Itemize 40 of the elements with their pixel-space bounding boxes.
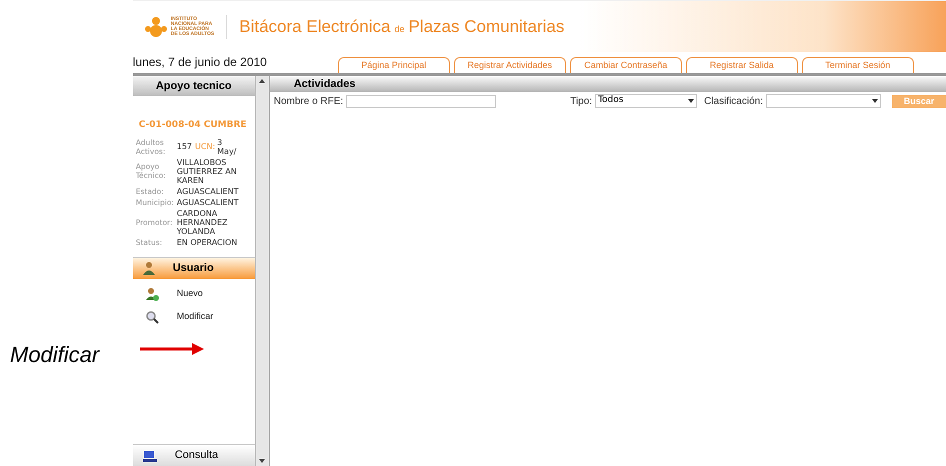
center-code: C-01-008-04 CUMBRE bbox=[138, 119, 248, 132]
computer-icon bbox=[142, 450, 157, 462]
field-value: VILLALOBOS GUTIERREZ AN KAREN bbox=[176, 158, 237, 184]
annotation-arrow bbox=[140, 343, 204, 355]
menu-item[interactable]: Modificar bbox=[132, 310, 255, 324]
scroll-down-icon bbox=[259, 459, 266, 463]
logo-icon bbox=[144, 16, 167, 38]
type-label: Tipo: bbox=[570, 94, 592, 108]
user-icon bbox=[142, 261, 155, 275]
search-icon bbox=[144, 310, 159, 324]
field-value: EN OPERACION bbox=[176, 238, 238, 246]
classification-label: Clasificación: bbox=[704, 94, 763, 108]
panel-header: Actividades bbox=[270, 76, 946, 92]
name-field[interactable] bbox=[346, 94, 496, 108]
panel-header: Apoyo tecnico bbox=[132, 76, 255, 96]
field-value: AGUASCALIENT bbox=[176, 186, 238, 196]
section-header[interactable]: Usuario bbox=[132, 256, 255, 278]
app-title: Plazas Comunitarias bbox=[408, 16, 564, 38]
type-dropdown[interactable]: Todos bbox=[595, 94, 698, 108]
field-value: 157 bbox=[176, 142, 192, 151]
nav-tab[interactable]: Registrar Salida bbox=[686, 57, 798, 73]
section-header[interactable]: Consulta bbox=[132, 444, 255, 466]
name-label: Nombre o RFE: bbox=[274, 94, 344, 108]
nav-tab[interactable]: Registrar Actividades bbox=[454, 57, 566, 73]
app-title: Bitácora Electrónica bbox=[239, 16, 390, 38]
field-value: 3 May/ bbox=[217, 138, 236, 156]
menu-item[interactable]: Nuevo bbox=[132, 286, 255, 302]
classification-dropdown[interactable] bbox=[766, 94, 881, 108]
nav-tab[interactable]: Cambiar Contraseña bbox=[570, 57, 682, 73]
nav-tab[interactable]: Terminar Sesión bbox=[802, 57, 914, 73]
scroll-up-icon bbox=[259, 79, 266, 83]
nav-tab[interactable]: Página Principal bbox=[338, 57, 450, 73]
field-label: UCN: bbox=[195, 142, 216, 151]
add-user-icon bbox=[144, 287, 159, 301]
app-title: de bbox=[394, 22, 404, 36]
annotation-label: Modificar bbox=[10, 341, 100, 369]
search-button[interactable]: Buscar bbox=[892, 94, 946, 108]
date-label: lunes, 7 de junio de 2010 bbox=[132, 54, 268, 71]
field-value: CARDONA HERNANDEZ YOLANDA bbox=[176, 208, 228, 236]
field-value: AGUASCALIENT bbox=[176, 198, 238, 206]
